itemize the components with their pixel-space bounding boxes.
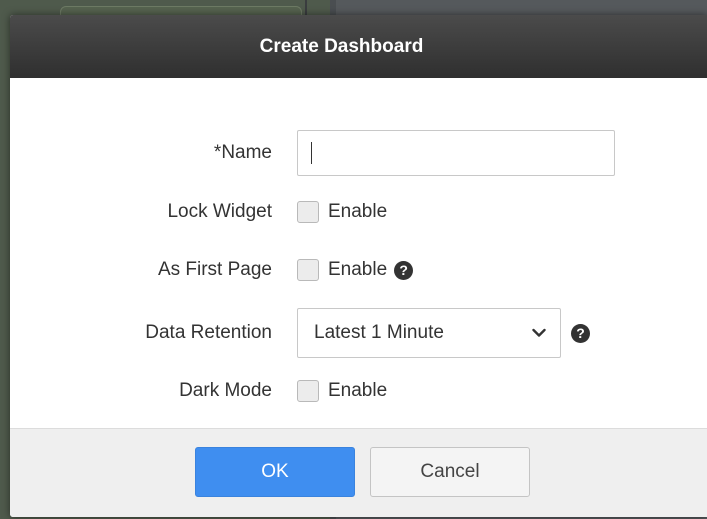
create-dashboard-dialog: Create Dashboard *Name Lock Widget Enabl… bbox=[10, 15, 707, 517]
lock-widget-label: Lock Widget bbox=[167, 201, 272, 222]
lock-widget-row: Lock Widget Enable bbox=[10, 192, 707, 232]
dark-mode-checkbox[interactable] bbox=[297, 380, 319, 402]
text-caret bbox=[311, 142, 312, 164]
dark-mode-label: Dark Mode bbox=[179, 380, 272, 401]
name-row: *Name bbox=[10, 130, 707, 176]
dark-mode-field: Enable bbox=[297, 371, 387, 411]
dialog-header: Create Dashboard bbox=[10, 15, 707, 78]
lock-widget-checkbox[interactable] bbox=[297, 201, 319, 223]
data-retention-selected-value: Latest 1 Minute bbox=[314, 322, 444, 343]
name-field-wrap bbox=[297, 130, 615, 176]
as-first-page-label: As First Page bbox=[157, 259, 272, 280]
lock-widget-field: Enable bbox=[297, 192, 387, 232]
cancel-button[interactable]: Cancel bbox=[370, 447, 530, 497]
ok-button[interactable]: OK bbox=[195, 447, 355, 497]
name-input[interactable] bbox=[297, 130, 615, 176]
data-retention-label: Data Retention bbox=[145, 322, 272, 343]
dark-mode-enable-label[interactable]: Enable bbox=[328, 380, 387, 402]
question-circle-icon[interactable]: ? bbox=[571, 323, 590, 343]
name-label: *Name bbox=[213, 142, 272, 163]
name-input-wrap bbox=[297, 130, 615, 176]
data-retention-row: Data Retention Latest 1 Minute ? bbox=[10, 308, 707, 358]
data-retention-select[interactable]: Latest 1 Minute bbox=[297, 308, 561, 358]
as-first-page-row: As First Page Enable ? bbox=[10, 250, 707, 290]
as-first-page-field: Enable ? bbox=[297, 250, 414, 290]
data-retention-field: Latest 1 Minute ? bbox=[297, 308, 590, 358]
as-first-page-checkbox[interactable] bbox=[297, 259, 319, 281]
chevron-down-icon bbox=[532, 328, 546, 337]
dialog-footer: OK Cancel bbox=[10, 428, 707, 517]
question-circle-icon[interactable]: ? bbox=[394, 260, 414, 280]
dialog-body: *Name Lock Widget Enable As First Page E… bbox=[10, 78, 707, 428]
dialog-title: Create Dashboard bbox=[259, 35, 424, 57]
as-first-page-enable-label[interactable]: Enable bbox=[328, 259, 387, 281]
dark-mode-row: Dark Mode Enable bbox=[10, 371, 707, 411]
lock-widget-enable-label[interactable]: Enable bbox=[328, 201, 387, 223]
